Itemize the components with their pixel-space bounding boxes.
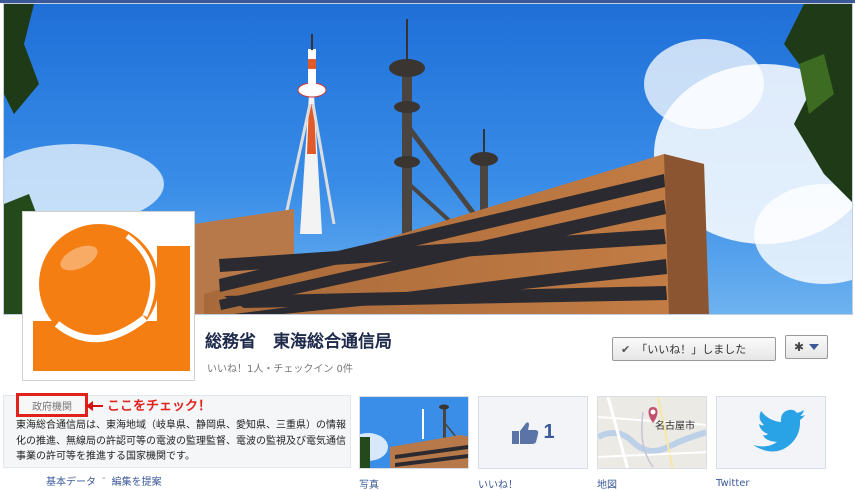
twitter-tile-label[interactable]: Twitter — [716, 478, 750, 489]
profile-picture[interactable] — [22, 211, 195, 381]
basic-data-link[interactable]: 基本データ — [46, 473, 96, 488]
arrow-line — [89, 405, 103, 407]
photo-thumbnail — [360, 397, 468, 468]
suggest-edit-link[interactable]: 編集を提案 — [112, 473, 162, 488]
liked-button[interactable]: ✔ 「いいね！」しました — [612, 337, 776, 361]
category-label[interactable]: 政府機関 — [16, 393, 88, 417]
check-icon: ✔ — [621, 342, 631, 356]
likes-tile-label[interactable]: いいね！ — [478, 476, 518, 490]
settings-dropdown-button[interactable]: ✱ — [785, 335, 828, 359]
map-tile[interactable]: 名古屋市 — [597, 396, 707, 469]
callout-annotation: ここをチェック！ — [107, 399, 212, 414]
gear-icon: ✱ — [793, 340, 805, 354]
map-city-label: 名古屋市 — [655, 421, 695, 432]
about-links: 基本データ - 編集を提案 — [46, 473, 162, 488]
chevron-down-icon — [809, 344, 820, 350]
map-tile-label[interactable]: 地図 — [597, 476, 617, 490]
likes-tile[interactable]: 1 — [478, 396, 588, 469]
ministry-logo-icon — [27, 216, 190, 376]
twitter-tile[interactable] — [716, 396, 826, 469]
page-description: 東海総合通信局は、東海地域（岐阜県、静岡県、愛知県、三重県）の情報化の推進、無線… — [16, 420, 346, 462]
photos-tile-label[interactable]: 写真 — [359, 476, 379, 490]
page-title: 総務省 東海総合通信局 — [205, 332, 392, 352]
photos-tile[interactable] — [359, 396, 469, 469]
map-thumbnail — [598, 397, 706, 468]
thumbs-up-icon — [512, 421, 539, 444]
link-separator: - — [102, 473, 106, 484]
twitter-bird-icon — [717, 397, 825, 468]
page-stats: いいね！1人・チェックイン 0件 — [207, 364, 353, 375]
liked-button-label: 「いいね！」しました — [636, 343, 747, 356]
likes-count: 1 — [543, 421, 555, 443]
